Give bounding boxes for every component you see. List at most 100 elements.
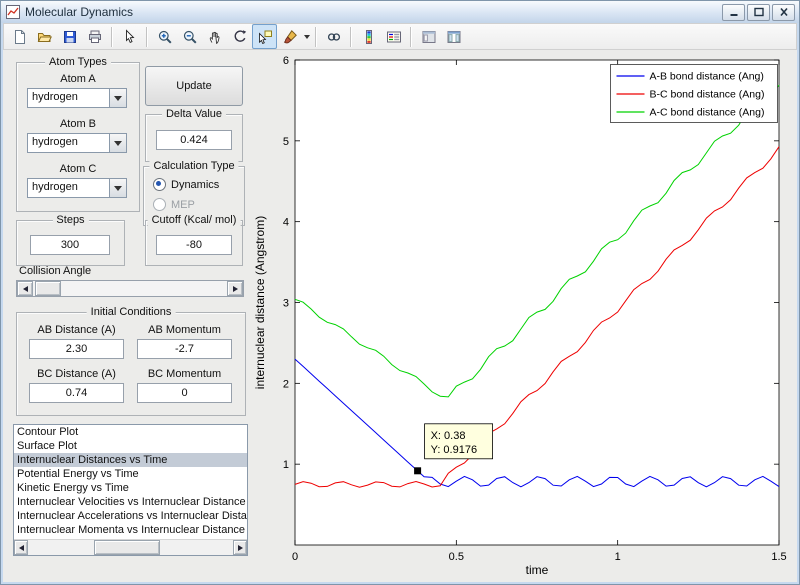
steps-field[interactable]: 300 — [30, 235, 110, 255]
list-item-internuclear-distances[interactable]: Internuclear Distances vs Time — [14, 453, 247, 467]
x-tick-label: 1 — [615, 551, 621, 563]
scroll-thumb[interactable] — [94, 540, 160, 555]
save-figure-icon[interactable] — [57, 24, 82, 49]
y-tick-label: 5 — [283, 136, 289, 148]
y-tick-label: 1 — [283, 459, 289, 471]
toolbar-separator — [146, 26, 148, 47]
steps-panel: Steps 300 — [16, 214, 125, 266]
atom-b-label: Atom B — [59, 118, 97, 130]
list-item-internuclear-velocities[interactable]: Internuclear Velocities vs Internuclear … — [14, 495, 247, 509]
show-plot-tools-icon[interactable] — [441, 24, 466, 49]
open-file-icon[interactable] — [32, 24, 57, 49]
list-item-internuclear-momenta[interactable]: Internuclear Momenta vs Internuclear Dis… — [14, 523, 247, 537]
atom-types-panel: Atom Types Atom A hydrogen Atom B hydrog… — [16, 56, 140, 212]
legend[interactable]: A-B bond distance (Ang) B-C bond distance… — [610, 64, 778, 123]
collision-angle-slider[interactable] — [16, 280, 244, 297]
toolbar-separator — [410, 26, 412, 47]
hide-plot-tools-icon[interactable] — [416, 24, 441, 49]
data-cursor-icon[interactable] — [252, 24, 277, 49]
datatip-y-value: Y: 0.9176 — [431, 444, 478, 456]
atom-a-label: Atom A — [60, 73, 96, 85]
app-icon — [5, 4, 21, 20]
toolbar-separator — [111, 26, 113, 47]
brush-icon[interactable] — [277, 24, 302, 49]
chevron-down-icon[interactable] — [109, 179, 126, 197]
link-plot-icon[interactable] — [321, 24, 346, 49]
figure-toolbar — [3, 23, 797, 50]
minimize-button[interactable] — [722, 3, 745, 21]
collision-angle-label: Collision Angle — [19, 265, 92, 277]
x-tick-label: 0.5 — [449, 551, 464, 563]
insert-colorbar-icon[interactable] — [356, 24, 381, 49]
slider-left-arrow[interactable] — [17, 281, 33, 296]
update-button[interactable]: Update — [145, 66, 243, 106]
ab-distance-label: AB Distance (A) — [37, 324, 116, 336]
titlebar[interactable]: Molecular Dynamics — [1, 1, 799, 23]
radio-dot-icon[interactable] — [153, 178, 166, 191]
brush-dropdown-icon[interactable] — [302, 25, 311, 48]
list-item-surface-plot[interactable]: Surface Plot — [14, 439, 247, 453]
atom-b-dropdown[interactable]: hydrogen — [27, 133, 127, 153]
calculation-type-title: Calculation Type — [149, 160, 239, 172]
bc-distance-field[interactable]: 0.74 — [29, 383, 124, 403]
new-figure-icon[interactable] — [7, 24, 32, 49]
chevron-down-icon[interactable] — [109, 89, 126, 107]
rotate-3d-icon[interactable] — [227, 24, 252, 49]
ab-momentum-field[interactable]: -2.7 — [137, 339, 232, 359]
x-tick-label: 0 — [292, 551, 298, 563]
cutoff-panel: Cutoff (Kcal/ mol) -80 — [145, 214, 243, 266]
delta-value-title: Delta Value — [161, 108, 227, 120]
y-tick-label: 2 — [283, 378, 289, 390]
list-item-contour-plot[interactable]: Contour Plot — [14, 425, 247, 439]
zoom-in-icon[interactable] — [152, 24, 177, 49]
dynamics-radio[interactable]: Dynamics — [153, 178, 219, 191]
y-tick-label: 4 — [283, 217, 289, 229]
atom-types-title: Atom Types — [45, 56, 111, 68]
figure-window: Molecular Dynamics Atom Types Atom A hyd… — [0, 0, 800, 585]
legend-entry: B-C bond distance (Ang) — [650, 89, 765, 101]
plot-axes[interactable]: 0 0.5 1 1.5 1 2 3 4 5 6 time internuclear distance … — [250, 52, 790, 580]
maximize-button[interactable] — [747, 3, 770, 21]
bc-momentum-field[interactable]: 0 — [137, 383, 232, 403]
plot-type-listbox[interactable]: Contour Plot Surface Plot Internuclear D… — [13, 424, 248, 556]
y-axis-label: internuclear distance (Angstrom) — [253, 216, 267, 389]
close-button[interactable] — [772, 3, 795, 21]
axes-box[interactable] — [294, 59, 780, 546]
ab-distance-field[interactable]: 2.30 — [29, 339, 124, 359]
cutoff-title: Cutoff (Kcal/ mol) — [147, 214, 241, 226]
atom-c-dropdown[interactable]: hydrogen — [27, 178, 127, 198]
x-tick-label: 1.5 — [771, 551, 786, 563]
y-tick-label: 3 — [283, 298, 289, 310]
datatip-x-value: X: 0.38 — [431, 430, 466, 442]
zoom-out-icon[interactable] — [177, 24, 202, 49]
ab-momentum-label: AB Momentum — [148, 324, 221, 336]
radio-dot-icon[interactable] — [153, 198, 166, 211]
print-figure-icon[interactable] — [82, 24, 107, 49]
legend-entry: A-C bond distance (Ang) — [650, 107, 765, 119]
listbox-horizontal-scrollbar[interactable] — [14, 539, 247, 555]
scroll-left-arrow[interactable] — [14, 540, 28, 555]
slider-thumb[interactable] — [35, 281, 61, 296]
y-tick-label: 6 — [283, 55, 289, 67]
delta-value-field[interactable]: 0.424 — [156, 130, 232, 150]
legend-entry: A-B bond distance (Ang) — [650, 71, 764, 83]
atom-a-dropdown[interactable]: hydrogen — [27, 88, 127, 108]
edit-plot-icon[interactable] — [117, 24, 142, 49]
insert-legend-icon[interactable] — [381, 24, 406, 49]
toolbar-separator — [315, 26, 317, 47]
mep-radio[interactable]: MEP — [153, 198, 195, 211]
list-item-potential-energy[interactable]: Potential Energy vs Time — [14, 467, 247, 481]
scroll-right-arrow[interactable] — [233, 540, 247, 555]
figure-content: Atom Types Atom A hydrogen Atom B hydrog… — [3, 50, 797, 582]
x-axis-label: time — [526, 563, 549, 577]
slider-right-arrow[interactable] — [227, 281, 243, 296]
list-item-kinetic-energy[interactable]: Kinetic Energy vs Time — [14, 481, 247, 495]
steps-title: Steps — [52, 214, 89, 226]
list-item-internuclear-accelerations[interactable]: Internuclear Accelerations vs Internucle… — [14, 509, 247, 523]
cutoff-field[interactable]: -80 — [156, 235, 232, 255]
initial-conditions-panel: Initial Conditions AB Distance (A) AB Mo… — [16, 306, 246, 416]
bc-momentum-label: BC Momentum — [147, 368, 222, 380]
pan-icon[interactable] — [202, 24, 227, 49]
chevron-down-icon[interactable] — [109, 134, 126, 152]
window-title: Molecular Dynamics — [25, 5, 134, 19]
